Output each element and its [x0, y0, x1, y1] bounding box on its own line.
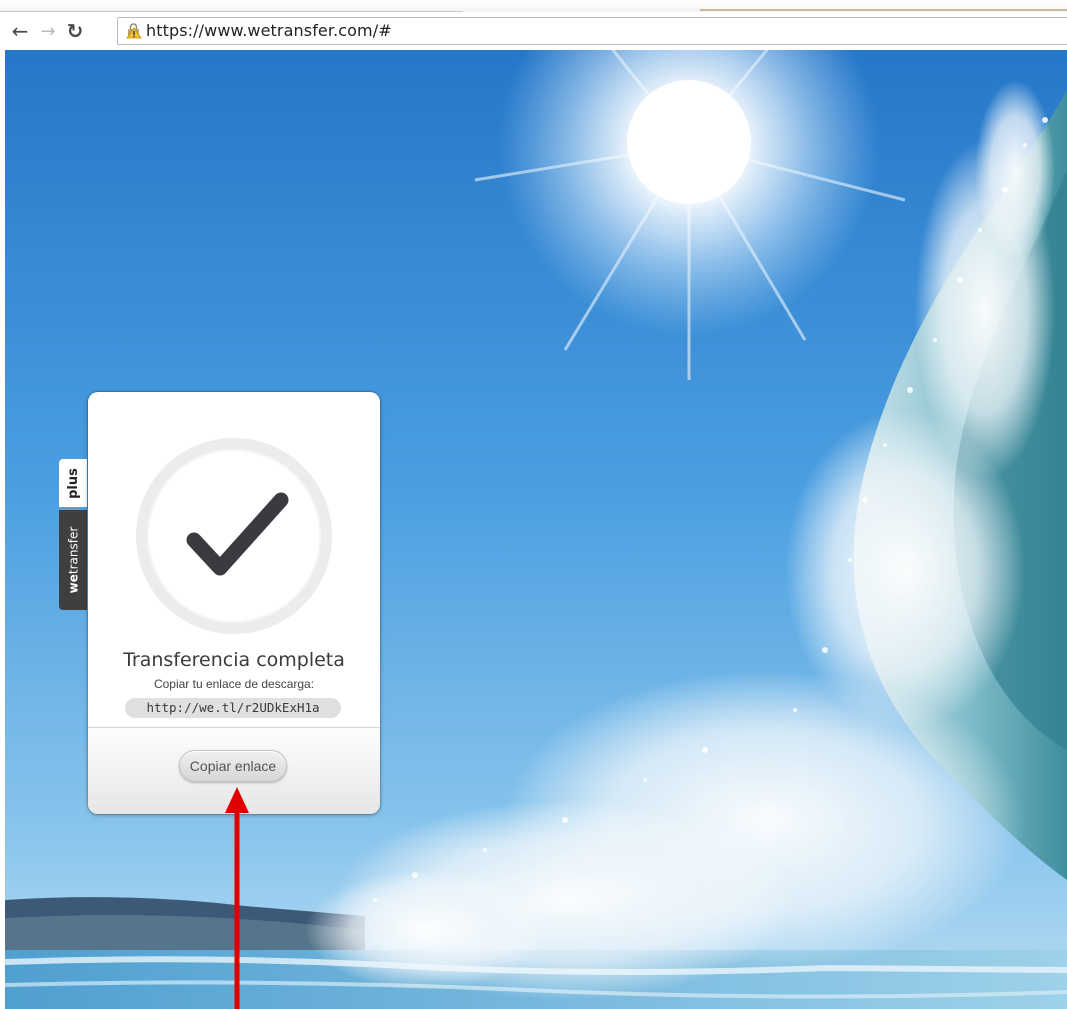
reload-icon: ↻ — [66, 19, 84, 43]
copy-link-button[interactable]: Copiar enlace — [179, 750, 287, 782]
plus-tab[interactable]: plus — [59, 459, 87, 507]
browser-toolbar: ← → ↻ https://www.wetransfer.com/# — [0, 0, 1067, 50]
arrow-right-icon: → — [40, 20, 56, 42]
arrow-left-icon: ← — [11, 19, 29, 43]
wetransfer-logo-tab[interactable]: wetransfer — [59, 510, 87, 610]
address-bar[interactable]: https://www.wetransfer.com/# — [117, 17, 1067, 45]
wetransfer-plus-tab[interactable]: plus wetransfer — [59, 459, 87, 610]
plus-label: plus — [65, 467, 81, 499]
back-button[interactable]: ← — [8, 18, 32, 44]
transfer-complete-panel: Transferencia completa Copiar tu enlace … — [88, 392, 380, 814]
url-text: https://www.wetransfer.com/# — [146, 21, 392, 40]
wetransfer-logo: wetransfer — [66, 526, 80, 594]
transfer-status-title: Transferencia completa — [123, 649, 345, 671]
checkmark-icon — [136, 438, 332, 634]
warning-lock-icon — [126, 23, 142, 39]
reload-button[interactable]: ↻ — [63, 18, 87, 44]
tab-divider — [0, 11, 463, 12]
annotation-arrow — [225, 787, 249, 1009]
copy-link-instruction: Copiar tu enlace de descarga: — [153, 677, 315, 691]
download-link-field[interactable]: http://we.tl/r2UDkExH1a — [125, 698, 341, 718]
tab-divider — [700, 9, 1067, 11]
forward-button[interactable]: → — [36, 18, 60, 44]
